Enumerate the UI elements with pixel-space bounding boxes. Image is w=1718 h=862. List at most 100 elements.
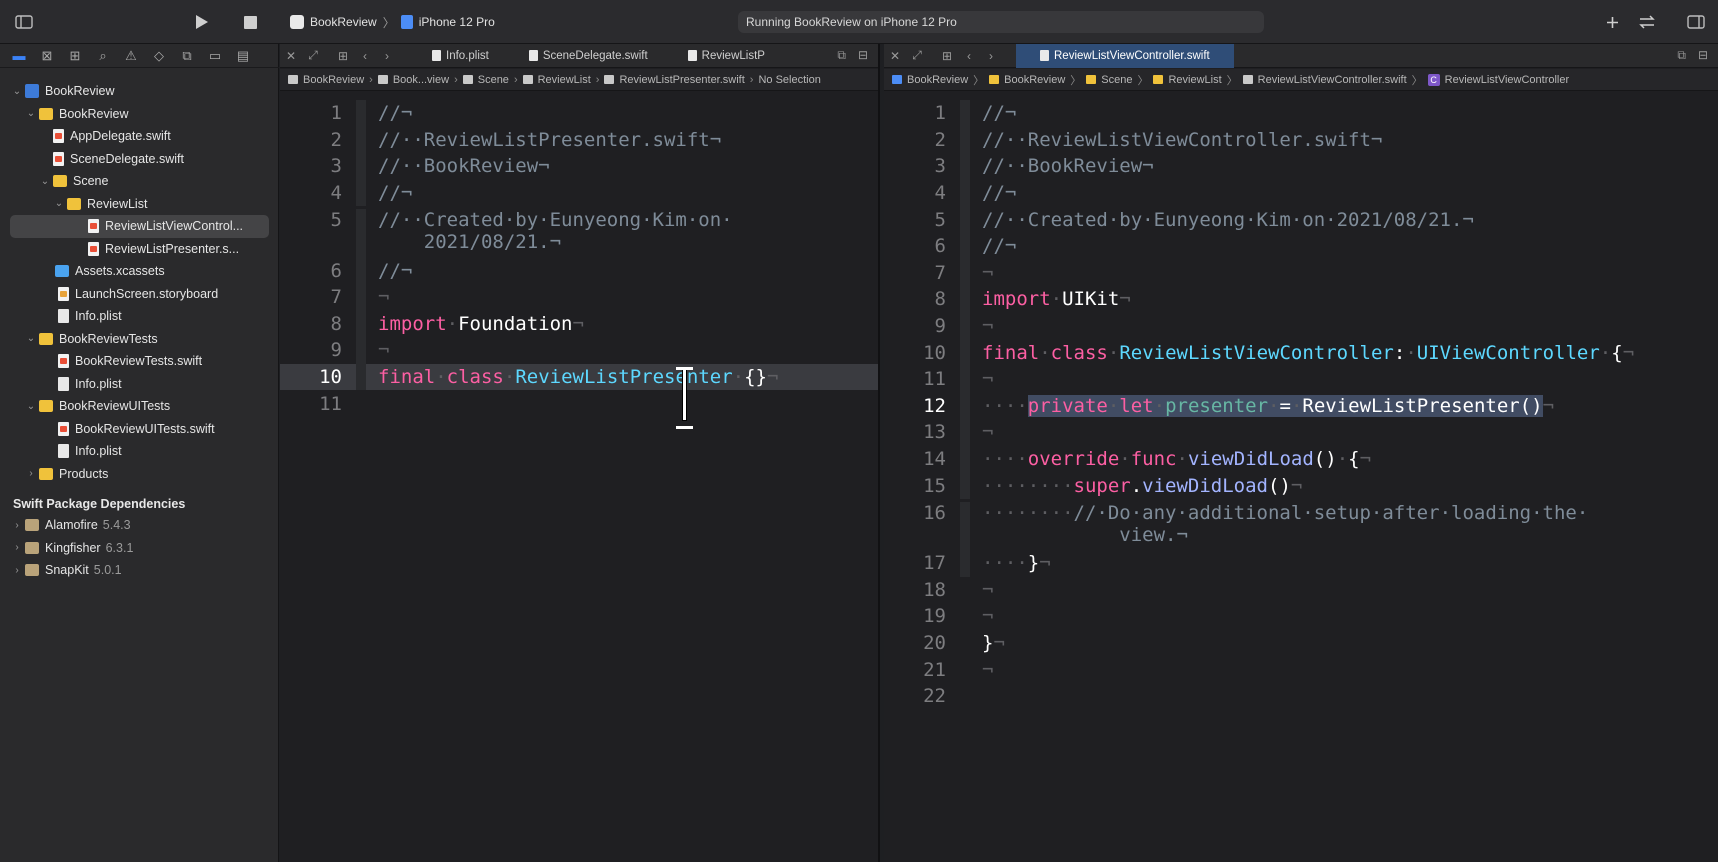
jump-item[interactable]: No Selection: [758, 74, 820, 86]
jump-item[interactable]: Scene: [1101, 74, 1132, 86]
add-editor-icon[interactable]: ⊟: [858, 48, 868, 63]
tab-review-list-view-controller[interactable]: ReviewListViewController.swift: [1016, 44, 1234, 68]
chevron-right-icon[interactable]: ›: [12, 520, 22, 531]
add-editor-icon[interactable]: ⊟: [1698, 48, 1708, 63]
jump-item[interactable]: ReviewList: [538, 74, 591, 86]
sidebar-toggle-icon[interactable]: [12, 10, 36, 34]
code-line: 8 import · UIKit ¬: [884, 286, 1718, 313]
tree-row-file[interactable]: BookReviewTests.swift: [0, 350, 279, 373]
chevron-down-icon[interactable]: ⌄: [54, 198, 64, 209]
tree-row-group[interactable]: ⌄ BookReviewUITests: [0, 395, 279, 418]
jump-item[interactable]: BookReview: [303, 74, 364, 86]
tab-scene-delegate[interactable]: SceneDelegate.swift: [515, 44, 662, 68]
package-row[interactable]: › SnapKit 5.0.1: [0, 559, 279, 582]
search-icon[interactable]: ⌕: [90, 45, 116, 67]
warning-icon[interactable]: ⚠: [118, 45, 144, 67]
back-icon[interactable]: ‹: [958, 49, 980, 63]
test-icon[interactable]: ◇: [146, 45, 172, 67]
debug-icon[interactable]: ⧉: [174, 45, 200, 67]
tree-row-file[interactable]: SceneDelegate.swift: [0, 148, 279, 171]
tree-row-group[interactable]: › Products: [0, 463, 279, 486]
code-line: 6//¬: [884, 232, 1718, 260]
chevron-right-icon[interactable]: ›: [12, 565, 22, 576]
tree-row-group[interactable]: ⌄ ReviewList: [0, 193, 279, 216]
chevron-down-icon[interactable]: ⌄: [26, 108, 36, 119]
scheme-selector[interactable]: BookReview 〉 iPhone 12 Pro: [290, 12, 495, 32]
text-cursor-icon: [674, 367, 694, 429]
code-line: 1//¬: [884, 100, 1718, 127]
code-review-icon[interactable]: [1635, 10, 1659, 34]
project-icon: [288, 75, 298, 84]
package-row[interactable]: › Kingfisher 6.3.1: [0, 537, 279, 560]
chevron-down-icon[interactable]: ⌄: [40, 176, 50, 187]
close-icon[interactable]: ✕: [280, 49, 302, 63]
forward-icon[interactable]: ›: [980, 49, 1002, 63]
run-button[interactable]: [190, 10, 214, 34]
tab-info-plist[interactable]: Info.plist: [418, 44, 503, 68]
code-line: 10 final · class · ReviewListViewController: ·…: [884, 339, 1718, 366]
tree-row-file-selected[interactable]: ReviewListViewControl...: [10, 215, 269, 238]
right-editor: ✕ ⤢ ⊞ ‹ › ReviewListViewController.swift…: [884, 44, 1718, 862]
jump-item[interactable]: BookReview: [1004, 74, 1065, 86]
chevron-right-icon[interactable]: ›: [26, 468, 36, 479]
code-line: 6//¬: [280, 257, 878, 284]
folder-icon[interactable]: ▬: [6, 45, 32, 67]
tree-row-file[interactable]: BookReviewUITests.swift: [0, 418, 279, 441]
line-number: 5: [934, 208, 946, 231]
expand-icon[interactable]: ⤢: [906, 48, 928, 63]
back-icon[interactable]: ‹: [354, 49, 376, 63]
jump-item[interactable]: Book...view: [393, 74, 449, 86]
split-editor-icon[interactable]: ⧉: [837, 48, 846, 63]
line-number: 22: [923, 685, 946, 708]
tree-row-label: BookReview: [59, 106, 129, 121]
chevron-down-icon[interactable]: ⌄: [26, 401, 36, 412]
add-icon[interactable]: [1600, 10, 1624, 34]
line-number: 7: [330, 286, 342, 309]
jump-item[interactable]: ReviewListViewController.swift: [1258, 74, 1407, 86]
forward-icon[interactable]: ›: [376, 49, 398, 63]
breakpoint-icon[interactable]: ▭: [202, 45, 228, 67]
chevron-right-icon: 〉: [1411, 74, 1423, 87]
source-control-icon[interactable]: ⊠: [34, 45, 60, 67]
expand-icon[interactable]: ⤢: [302, 48, 324, 63]
tree-row-file[interactable]: LaunchScreen.storyboard: [0, 283, 279, 306]
tab-review-list-presenter[interactable]: ReviewListP: [674, 44, 769, 68]
left-code-area[interactable]: 1//¬ 2//··ReviewListPresenter.swift¬ 3//…: [280, 100, 878, 417]
tab-label: Info.plist: [446, 49, 489, 62]
jump-item[interactable]: BookReview: [907, 74, 968, 86]
chevron-down-icon[interactable]: ⌄: [26, 333, 36, 344]
tree-row-group[interactable]: ⌄ Scene: [0, 170, 279, 193]
tree-row-file[interactable]: AppDelegate.swift: [0, 125, 279, 148]
grid-icon[interactable]: ⊞: [936, 49, 958, 63]
tree-row-project[interactable]: ⌄ BookReview: [0, 80, 279, 103]
chevron-right-icon[interactable]: ›: [12, 542, 22, 553]
code-line: 17 ····} ¬: [884, 549, 1718, 577]
chevron-right-icon: ›: [513, 73, 518, 86]
tree-row-file[interactable]: Info.plist: [0, 373, 279, 396]
package-row[interactable]: › Alamofire 5.4.3: [0, 514, 279, 537]
tree-row-label: Scene: [73, 174, 109, 189]
tree-row-file[interactable]: ReviewListPresenter.s...: [0, 238, 279, 261]
jump-item[interactable]: Scene: [478, 74, 509, 86]
tree-row-file[interactable]: Assets.xcassets: [0, 260, 279, 283]
code-line: 5//··Created·by·Eunyeong·Kim·on· 2021/08…: [280, 206, 878, 258]
chevron-down-icon[interactable]: ⌄: [12, 86, 22, 97]
stop-button[interactable]: [238, 10, 262, 34]
grid-icon[interactable]: ⊞: [332, 49, 354, 63]
right-code-area[interactable]: 1//¬ 2//··ReviewListViewController.swift…: [884, 100, 1718, 709]
inspector-toggle-icon[interactable]: [1684, 10, 1708, 34]
line-number: 7: [934, 261, 946, 284]
tree-row-group[interactable]: ⌄ BookReviewTests: [0, 328, 279, 351]
report-icon[interactable]: ▤: [230, 45, 256, 67]
split-editor-icon[interactable]: ⧉: [1677, 48, 1686, 63]
hierarchy-icon[interactable]: ⊞: [62, 45, 88, 67]
jump-item[interactable]: ReviewListViewController: [1445, 74, 1570, 86]
jump-item[interactable]: ReviewList: [1168, 74, 1221, 86]
jump-item[interactable]: ReviewListPresenter.swift: [619, 74, 744, 86]
code-line: 7 ¬: [280, 283, 878, 311]
close-icon[interactable]: ✕: [884, 49, 906, 63]
tree-row-file[interactable]: Info.plist: [0, 440, 279, 463]
folder-icon: [39, 332, 53, 345]
tree-row-file[interactable]: Info.plist: [0, 305, 279, 328]
tree-row-group[interactable]: ⌄ BookReview: [0, 103, 279, 126]
